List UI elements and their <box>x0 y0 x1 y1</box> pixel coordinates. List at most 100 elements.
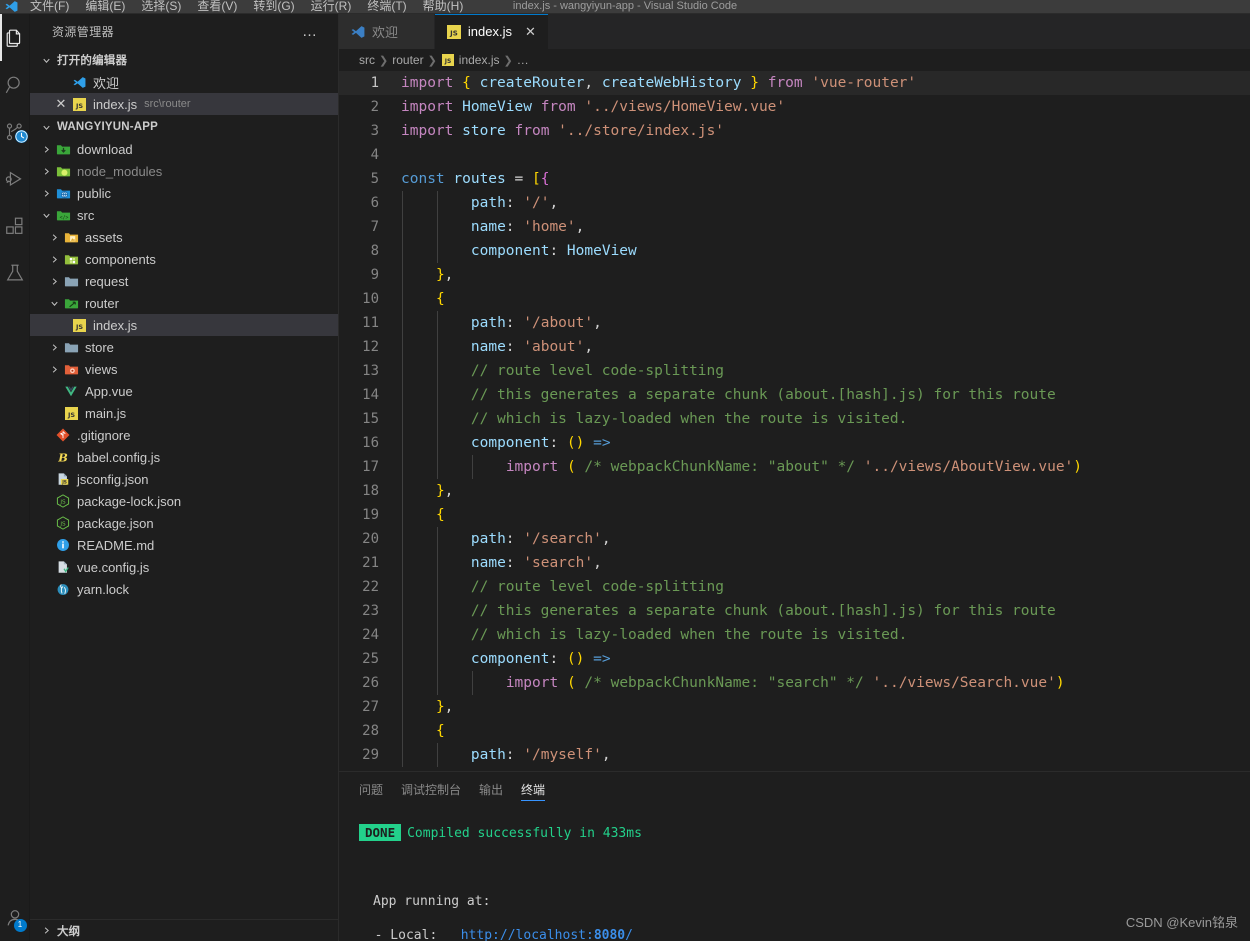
code-line[interactable]: 1 import { createRouter, createWebHistory… <box>339 71 1250 95</box>
title-bar: 文件(F) 编辑(E) 选择(S) 查看(V) 转到(G) 运行(R) 终端(T… <box>0 0 1250 14</box>
line-number: 9 <box>370 267 379 283</box>
breadcrumb-router[interactable]: router <box>392 53 423 67</box>
tree-folder-views[interactable]: views <box>30 358 338 380</box>
tree-file-app-vue[interactable]: App.vue <box>30 380 338 402</box>
breadcrumb-more[interactable]: … <box>517 53 529 67</box>
tree-folder-download[interactable]: download <box>30 138 338 160</box>
chevron-right-icon <box>38 144 54 155</box>
activity-search[interactable] <box>0 61 30 108</box>
terminal-status-line: DONE Compiled successfully in 433ms <box>359 824 1250 842</box>
tree-file-readme-md[interactable]: README.md <box>30 534 338 556</box>
panel-tab-terminal[interactable]: 终端 <box>521 772 546 807</box>
code-line[interactable]: 22 // route level code-splitting <box>339 575 1250 599</box>
chevron-down-icon <box>38 122 54 133</box>
close-icon[interactable]: ✕ <box>411 25 422 38</box>
code-line[interactable]: 9 }, <box>339 263 1250 287</box>
open-editor-indexjs[interactable]: ✕ JS index.js src\router <box>30 93 338 115</box>
panel-tab-output[interactable]: 输出 <box>479 772 503 807</box>
breadcrumb-src[interactable]: src <box>359 53 375 67</box>
activity-testing[interactable] <box>0 249 30 296</box>
local-url-pre[interactable]: http://localhost: <box>461 928 594 941</box>
section-outline[interactable]: 大纲 <box>30 919 338 941</box>
menu-bar[interactable]: 文件(F) 编辑(E) 选择(S) 查看(V) 转到(G) 运行(R) 终端(T… <box>22 0 471 13</box>
activity-extensions[interactable] <box>0 202 30 249</box>
code-line[interactable]: 27 }, <box>339 695 1250 719</box>
menu-terminal[interactable]: 终端(T) <box>359 0 414 13</box>
activity-accounts[interactable]: 1 <box>0 894 30 941</box>
tree-file-yarn-lock[interactable]: yarn.lock <box>30 578 338 600</box>
panel-tab-problems[interactable]: 问题 <box>359 772 383 807</box>
code-line[interactable]: 14 // this generates a separate chunk (a… <box>339 383 1250 407</box>
open-editor-welcome[interactable]: 欢迎 <box>30 71 338 93</box>
breadcrumb-file[interactable]: index.js <box>459 53 500 67</box>
code-line[interactable]: 21 name: 'search', <box>339 551 1250 575</box>
code-line[interactable]: 11 path: '/about', <box>339 311 1250 335</box>
menu-view[interactable]: 查看(V) <box>189 0 245 13</box>
tab-label: 欢迎 <box>372 25 399 40</box>
menu-file[interactable]: 文件(F) <box>22 0 77 13</box>
code-line[interactable]: 3 import store from '../store/index.js' <box>339 119 1250 143</box>
code-line[interactable]: 10 { <box>339 287 1250 311</box>
tree-file-jsconfig-json[interactable]: JS jsconfig.json <box>30 468 338 490</box>
menu-go[interactable]: 转到(G) <box>245 0 302 13</box>
code-line[interactable]: 5 const routes = [{ <box>339 167 1250 191</box>
code-line[interactable]: 25 component: () => <box>339 647 1250 671</box>
activity-explorer[interactable] <box>0 14 30 61</box>
explorer-more-actions-icon[interactable]: … <box>302 24 318 39</box>
section-project-root[interactable]: WANGYIYUN-APP <box>30 116 338 138</box>
menu-selection[interactable]: 选择(S) <box>133 0 189 13</box>
tree-folder-assets[interactable]: assets <box>30 226 338 248</box>
jsconfig-icon: JS <box>54 472 72 486</box>
svg-text:JS: JS <box>59 500 66 506</box>
tab-indexjs[interactable]: JS index.js ✕ <box>434 14 549 49</box>
code-line[interactable]: 29 path: '/myself', <box>339 743 1250 767</box>
project-root-label: WANGYIYUN-APP <box>57 121 158 133</box>
tree-file--gitignore[interactable]: .gitignore <box>30 424 338 446</box>
close-icon[interactable]: ✕ <box>52 96 70 112</box>
tree-file-index-js[interactable]: JS index.js <box>30 314 338 336</box>
close-icon[interactable]: ✕ <box>525 25 536 38</box>
tree-file-vue-config-js[interactable]: vue.config.js <box>30 556 338 578</box>
activity-run-and-debug[interactable] <box>0 155 30 202</box>
code-line[interactable]: 2 import HomeView from '../views/HomeView… <box>339 95 1250 119</box>
tree-file-main-js[interactable]: JS main.js <box>30 402 338 424</box>
tree-file-package-json[interactable]: JS package.json <box>30 512 338 534</box>
tree-folder-node-modules[interactable]: node_modules <box>30 160 338 182</box>
menu-edit[interactable]: 编辑(E) <box>77 0 133 13</box>
code-line[interactable]: 19 { <box>339 503 1250 527</box>
line-number: 4 <box>370 147 379 163</box>
code-line[interactable]: 26 import ( /* webpackChunkName: "search… <box>339 671 1250 695</box>
tree-folder-public[interactable]: public <box>30 182 338 204</box>
tree-folder-request[interactable]: request <box>30 270 338 292</box>
code-line[interactable]: 17 import ( /* webpackChunkName: "about"… <box>339 455 1250 479</box>
tree-folder-store[interactable]: store <box>30 336 338 358</box>
tab-welcome[interactable]: 欢迎 ✕ <box>339 14 435 49</box>
section-open-editors[interactable]: 打开的编辑器 <box>30 49 338 71</box>
tree-file-package-lock-json[interactable]: JS package-lock.json <box>30 490 338 512</box>
tree-folder-src[interactable]: </> src <box>30 204 338 226</box>
code-line[interactable]: 24 // which is lazy-loaded when the rout… <box>339 623 1250 647</box>
code-line[interactable]: 12 name: 'about', <box>339 335 1250 359</box>
tree-file-babel-config-js[interactable]: Bbabel.config.js <box>30 446 338 468</box>
code-line[interactable]: 15 // which is lazy-loaded when the rout… <box>339 407 1250 431</box>
code-line[interactable]: 4 <box>339 143 1250 167</box>
menu-help[interactable]: 帮助(H) <box>415 0 472 13</box>
chevron-down-icon <box>46 298 62 309</box>
code-line[interactable]: 18 }, <box>339 479 1250 503</box>
code-editor[interactable]: 1 import { createRouter, createWebHistory… <box>339 71 1250 771</box>
code-line[interactable]: 6 path: '/', <box>339 191 1250 215</box>
panel-tab-debug-console[interactable]: 调试控制台 <box>401 772 461 807</box>
code-line[interactable]: 8 component: HomeView <box>339 239 1250 263</box>
activity-source-control[interactable] <box>0 108 30 155</box>
code-line[interactable]: 16 component: () => <box>339 431 1250 455</box>
code-line[interactable]: 7 name: 'home', <box>339 215 1250 239</box>
code-line[interactable]: 20 path: '/search', <box>339 527 1250 551</box>
code-line[interactable]: 23 // this generates a separate chunk (a… <box>339 599 1250 623</box>
code-line[interactable]: 13 // route level code-splitting <box>339 359 1250 383</box>
terminal-output[interactable]: DONE Compiled successfully in 433ms App r… <box>339 807 1250 941</box>
tree-folder-components[interactable]: components <box>30 248 338 270</box>
code-line-text: // route level code-splitting <box>401 575 1250 599</box>
code-line[interactable]: 28 { <box>339 719 1250 743</box>
menu-run[interactable]: 运行(R) <box>303 0 360 13</box>
tree-folder-router[interactable]: router <box>30 292 338 314</box>
